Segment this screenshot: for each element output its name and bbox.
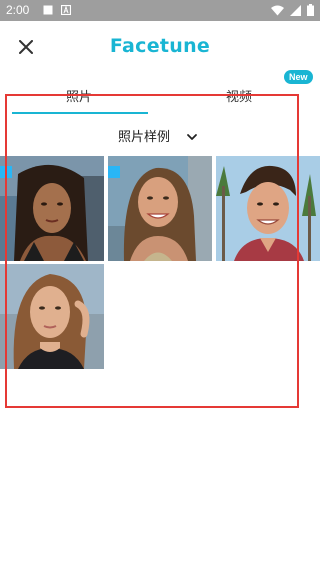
album-filter-label: 照片样例 — [118, 130, 171, 145]
portrait-2-image — [108, 156, 212, 261]
photo-tile[interactable] — [0, 156, 104, 261]
portrait-4-image — [0, 264, 104, 369]
app-title: Facetune — [109, 35, 211, 57]
tab-videos[interactable]: 视频 — [226, 86, 252, 105]
portrait-3-image — [216, 156, 320, 261]
chevron-down-icon[interactable] — [186, 128, 198, 147]
notification-box-icon — [43, 4, 53, 18]
app-bar: Facetune — [0, 21, 320, 73]
new-badge: New — [284, 70, 313, 84]
photo-tile[interactable] — [0, 264, 104, 369]
tab-photos[interactable]: 照片 — [66, 86, 92, 105]
signal-icon — [290, 4, 301, 19]
battery-icon — [307, 4, 314, 19]
portrait-1-image — [0, 156, 104, 261]
tab-bar: 照片 视频 New — [0, 70, 320, 118]
wifi-icon — [271, 5, 284, 19]
album-filter[interactable]: 照片样例 — [0, 125, 320, 147]
status-time: 2:00 — [6, 3, 30, 17]
tab-indicator — [12, 112, 148, 114]
status-bar: 2:00 — [0, 0, 320, 21]
photo-tile[interactable] — [108, 156, 212, 261]
notification-a-icon — [60, 4, 72, 18]
photo-tile[interactable] — [216, 156, 320, 261]
